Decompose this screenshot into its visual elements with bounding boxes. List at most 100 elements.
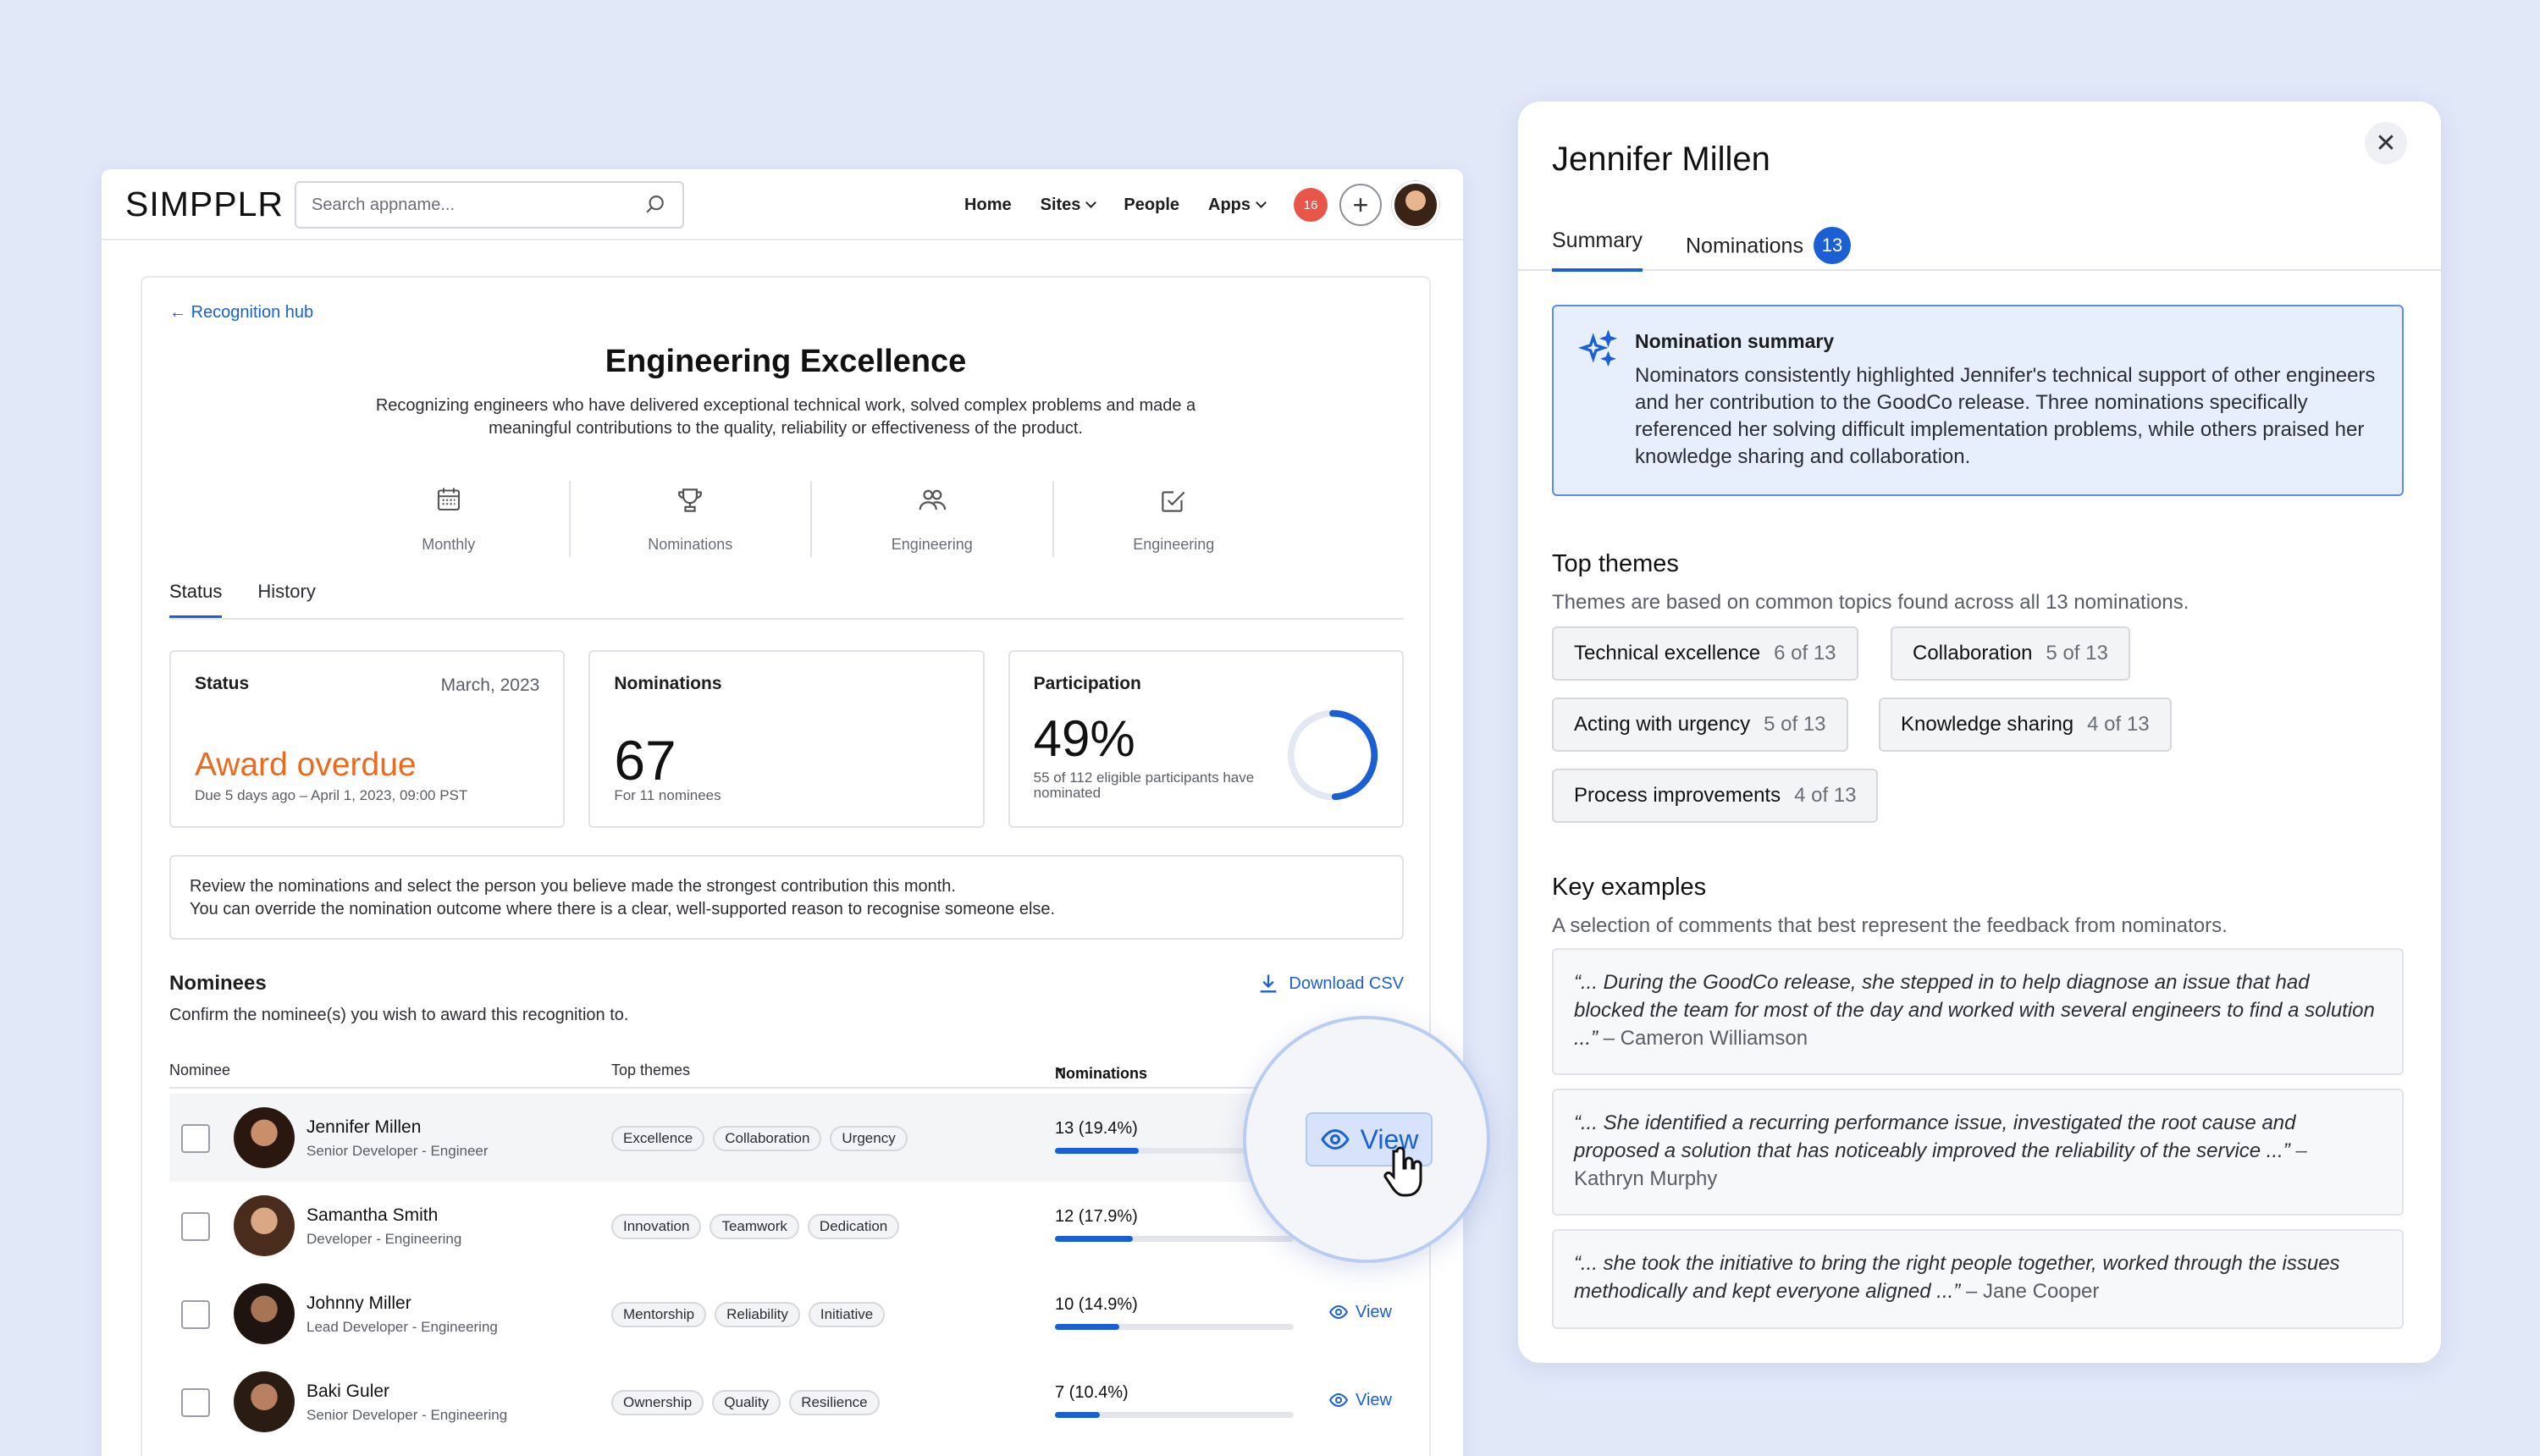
view-button[interactable]: View	[1328, 1390, 1392, 1410]
theme-chip: Dedication	[807, 1214, 900, 1239]
summary-cards: Status March, 2023 Award overdue Due 5 d…	[169, 650, 1404, 828]
theme-chips: Ownership Quality Resilience	[611, 1390, 880, 1415]
nomination-count: 12 (17.9%)	[1055, 1207, 1138, 1226]
view-button[interactable]: View	[1328, 1302, 1392, 1322]
stat-label: Engineering	[1133, 536, 1215, 553]
share-bar-fill	[1055, 1324, 1120, 1330]
share-bar	[1055, 1412, 1294, 1418]
tab-nominations[interactable]: Nominations 13	[1686, 227, 1851, 266]
theme-name: Technical excellence	[1574, 642, 1761, 665]
search-input[interactable]: Search appname...	[295, 181, 684, 229]
download-icon	[1261, 974, 1277, 993]
due-date: Due 5 days ago – April 1, 2023, 09:00 PS…	[195, 787, 468, 803]
row-checkbox[interactable]	[181, 1212, 210, 1241]
eye-icon	[1328, 1393, 1349, 1408]
theme-chip: Quality	[712, 1390, 781, 1415]
row-checkbox[interactable]	[181, 1300, 210, 1329]
nav-sites-label: Sites	[1040, 195, 1081, 214]
theme-chips: Excellence Collaboration Urgency	[611, 1126, 908, 1151]
tab-nominations-label: Nominations	[1686, 234, 1803, 258]
theme-tag: Process improvements 4 of 13	[1552, 769, 1879, 823]
summary-body: Nominators consistently highlighted Jenn…	[1635, 364, 2376, 468]
share-bar	[1055, 1236, 1294, 1242]
theme-name: Acting with urgency	[1574, 713, 1751, 736]
hand-cursor-icon	[1383, 1146, 1422, 1197]
table-row[interactable]: Baki Guler Senior Developer - Engineerin…	[169, 1358, 1404, 1446]
notifications-badge[interactable]: 16	[1294, 188, 1328, 222]
theme-chip: Initiative	[808, 1302, 886, 1327]
nominee-name: Samantha Smith	[306, 1205, 439, 1225]
nominations-card: Nominations 67 For 11 nominees	[588, 650, 985, 828]
theme-chip: Excellence	[611, 1126, 705, 1151]
theme-tag: Acting with urgency 5 of 13	[1552, 698, 1848, 752]
arrow-left-icon: ←	[169, 303, 191, 322]
close-button[interactable]: ✕	[2365, 122, 2407, 164]
note-line: Review the nominations and select the pe…	[190, 877, 956, 896]
theme-count: 6 of 13	[1774, 642, 1836, 665]
example-quote: “... She identified a recurring performa…	[1552, 1089, 2404, 1216]
back-link[interactable]: ← Recognition hub	[169, 303, 313, 323]
nominee-name: Johnny Miller	[306, 1293, 411, 1313]
view-label: View	[1356, 1390, 1392, 1409]
nav-apps-label: Apps	[1208, 195, 1251, 214]
nominees-subtitle: Confirm the nominee(s) you wish to award…	[169, 1006, 629, 1024]
col-nominations-label: Nominations	[1055, 1065, 1148, 1082]
theme-chip: Collaboration	[713, 1126, 822, 1151]
nominee-name: Jennifer Millen	[306, 1117, 422, 1137]
status-card: Status March, 2023 Award overdue Due 5 d…	[169, 650, 566, 828]
status-tabs: Status History	[169, 581, 1404, 620]
table-header: Nominee Top themes Nominations ▼	[169, 1058, 1404, 1089]
nav-apps[interactable]: Apps	[1208, 195, 1267, 215]
col-themes[interactable]: Top themes	[611, 1062, 690, 1079]
nominee-role: Developer - Engineering	[306, 1231, 462, 1247]
nominee-role: Senior Developer - Engineering	[306, 1407, 508, 1423]
nav-people[interactable]: People	[1124, 196, 1179, 215]
table-row[interactable]: Johnny Miller Lead Developer - Engineeri…	[169, 1270, 1404, 1358]
theme-chip: Reliability	[715, 1302, 800, 1327]
nomination-count: 13 (19.4%)	[1055, 1119, 1138, 1138]
nav-home[interactable]: Home	[964, 196, 1012, 215]
stat-approver: Engineering	[1054, 481, 1295, 557]
examples-title: Key examples	[1552, 874, 1707, 901]
theme-count: 5 of 13	[1764, 713, 1826, 736]
recognition-page: ← Recognition hub Engineering Excellence…	[141, 276, 1431, 1456]
sort-down-icon: ▼	[1055, 1065, 1065, 1077]
tab-summary[interactable]: Summary	[1552, 229, 1643, 272]
stat-label: Monthly	[422, 536, 476, 553]
col-nominee[interactable]: Nominee	[169, 1062, 230, 1079]
tab-history[interactable]: History	[257, 581, 315, 618]
participation-sub: 55 of 112 eligible participants have nom…	[1033, 769, 1255, 801]
nominee-role: Senior Developer - Engineer	[306, 1143, 489, 1159]
example-quote: “... During the GoodCo release, she step…	[1552, 948, 2404, 1075]
create-button[interactable]: +	[1339, 184, 1382, 226]
theme-name: Collaboration	[1913, 642, 2033, 665]
row-checkbox[interactable]	[181, 1388, 210, 1417]
user-avatar[interactable]	[1392, 181, 1439, 229]
theme-chip: Resilience	[789, 1390, 880, 1415]
trophy-icon	[678, 488, 703, 512]
nominations-count: 67	[614, 729, 676, 791]
status-date: March, 2023	[440, 676, 540, 695]
participation-value: 49%	[1033, 710, 1135, 767]
nomination-count: 7 (10.4%)	[1055, 1383, 1129, 1402]
top-bar: SIMPPLR Search appname... Home Sites Peo…	[102, 169, 1463, 240]
row-checkbox[interactable]	[181, 1124, 210, 1153]
quote-text: “... she took the initiative to bring th…	[1574, 1252, 2340, 1303]
nominations-count-badge: 13	[1813, 227, 1851, 264]
theme-chip: Urgency	[830, 1126, 908, 1151]
app-window: SIMPPLR Search appname... Home Sites Peo…	[102, 169, 1463, 1456]
main-nav: Home Sites People Apps 16 +	[964, 169, 1439, 240]
theme-name: Knowledge sharing	[1901, 713, 2074, 736]
nominee-role: Lead Developer - Engineering	[306, 1319, 498, 1335]
table-row[interactable]: Jennifer Millen Senior Developer - Engin…	[169, 1094, 1404, 1182]
stat-frequency: Monthly	[329, 481, 571, 557]
nav-sites[interactable]: Sites	[1040, 195, 1097, 215]
avatar	[234, 1283, 295, 1344]
chevron-down-icon	[1085, 196, 1097, 208]
tab-status[interactable]: Status	[169, 581, 223, 618]
panel-title: Jennifer Millen	[1552, 141, 1770, 178]
themes-title: Top themes	[1552, 550, 1679, 577]
table-row[interactable]: Samantha Smith Developer - Engineering I…	[169, 1182, 1404, 1270]
logo[interactable]: SIMPPLR	[125, 185, 284, 224]
download-csv-link[interactable]: Download CSV	[1256, 972, 1404, 995]
